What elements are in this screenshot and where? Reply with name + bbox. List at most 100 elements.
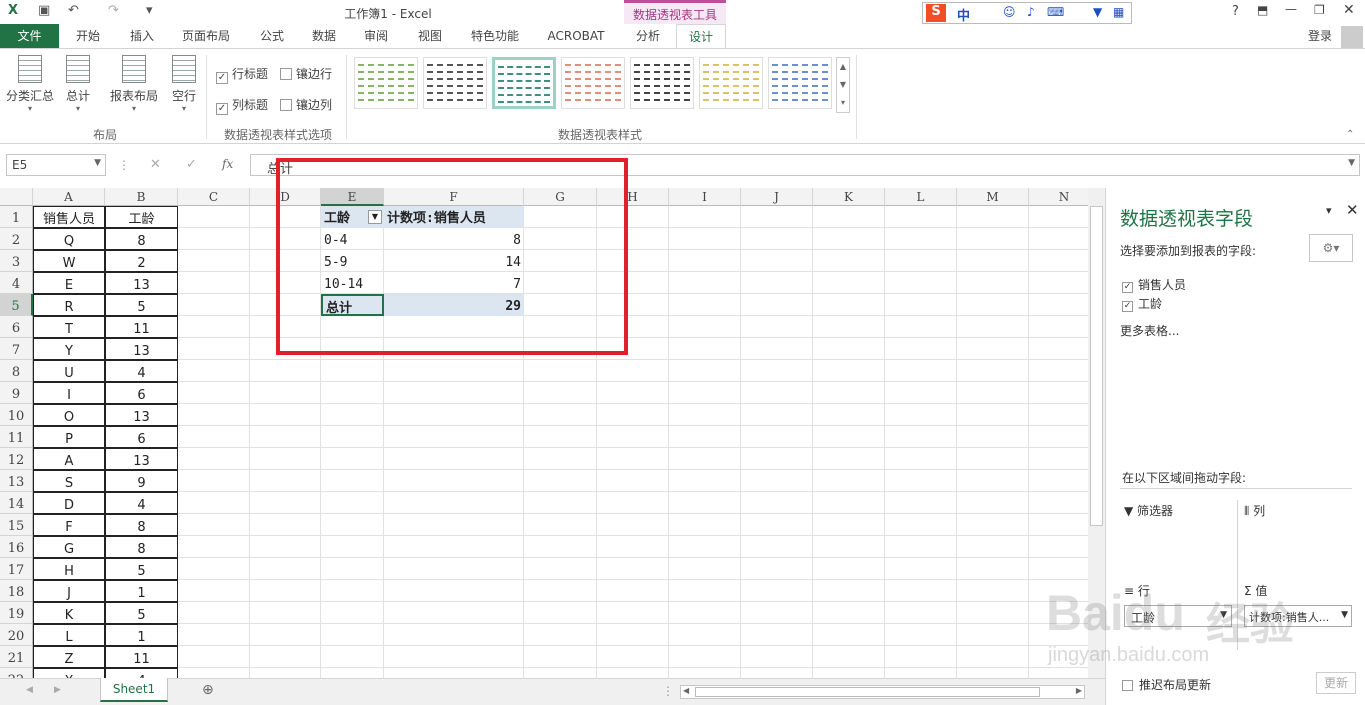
row-header[interactable]: 2 (0, 228, 33, 250)
table-cell[interactable]: K (33, 602, 105, 624)
table-cell[interactable]: Q (33, 228, 105, 250)
row-header[interactable]: 8 (0, 360, 33, 382)
close-icon[interactable]: ✕ (1343, 2, 1355, 18)
table-cell[interactable]: 13 (105, 338, 178, 360)
table-cell[interactable]: Z (33, 646, 105, 668)
tab-formulas[interactable]: 公式 (250, 24, 294, 49)
horizontal-scrollbar[interactable]: ◀ ▶ (680, 685, 1085, 699)
banded-rows-checkbox[interactable]: 镶边行 (280, 65, 332, 82)
sheet-tab[interactable]: Sheet1 (100, 678, 168, 702)
row-header[interactable]: 9 (0, 382, 33, 404)
table-cell[interactable]: 8 (105, 514, 178, 536)
table-cell[interactable]: E (33, 272, 105, 294)
row-header[interactable]: 18 (0, 580, 33, 602)
tab-acrobat[interactable]: ACROBAT (538, 24, 614, 49)
columns-area[interactable]: ⦀ 列 (1244, 502, 1265, 519)
prev-sheet-icon[interactable]: ◀ (26, 685, 33, 695)
tab-analyze[interactable]: 分析 (624, 24, 672, 49)
row-header[interactable]: 20 (0, 624, 33, 646)
update-button[interactable]: 更新 (1316, 672, 1356, 694)
table-cell[interactable]: 2 (105, 250, 178, 272)
ribbon-display-icon[interactable]: ⬒ (1257, 3, 1268, 17)
pivot-style-4[interactable] (561, 57, 625, 109)
ime-menu-icon[interactable]: ▦ (1113, 5, 1124, 19)
row-header[interactable]: 21 (0, 646, 33, 668)
hscroll-thumb[interactable] (695, 687, 1040, 697)
row-header[interactable]: 10 (0, 404, 33, 426)
confirm-formula-icon[interactable]: ✓ (186, 157, 197, 172)
table-cell[interactable]: 13 (105, 404, 178, 426)
ime-mode[interactable]: 中 (957, 5, 970, 24)
minimize-icon[interactable]: — (1285, 2, 1297, 16)
column-header[interactable]: J (741, 188, 813, 206)
row-header[interactable]: 5 (0, 294, 33, 316)
table-cell[interactable]: D (33, 492, 105, 514)
tab-data[interactable]: 数据 (302, 24, 346, 49)
vscroll-thumb[interactable] (1090, 206, 1103, 526)
table-cell[interactable]: 9 (105, 470, 178, 492)
ime-skin-icon[interactable]: ▼ (1093, 5, 1102, 19)
column-header[interactable]: B (105, 188, 178, 206)
insert-function-icon[interactable]: fx (222, 157, 233, 171)
tab-home[interactable]: 开始 (66, 24, 110, 49)
table-cell[interactable]: 6 (105, 426, 178, 448)
column-header[interactable]: I (669, 188, 741, 206)
gallery-scroll[interactable]: ▲ ▼ ▾ (836, 57, 850, 113)
field-sales-checkbox[interactable]: ✓ 销售人员 (1122, 276, 1186, 293)
login-link[interactable]: 登录 (1300, 24, 1340, 49)
column-header[interactable]: M (957, 188, 1029, 206)
table-header-cell[interactable]: 销售人员 (33, 206, 105, 228)
table-cell[interactable]: S (33, 470, 105, 492)
table-cell[interactable]: 4 (105, 492, 178, 514)
table-cell[interactable]: W (33, 250, 105, 272)
table-cell[interactable]: 8 (105, 536, 178, 558)
table-cell[interactable]: 6 (105, 382, 178, 404)
table-cell[interactable]: G (33, 536, 105, 558)
tab-page-layout[interactable]: 页面布局 (172, 24, 240, 49)
table-cell[interactable]: P (33, 426, 105, 448)
collapse-ribbon-icon[interactable]: ⌃ (1346, 129, 1354, 140)
table-cell[interactable]: 5 (105, 558, 178, 580)
pivot-style-2[interactable] (423, 57, 487, 109)
column-header[interactable]: K (813, 188, 885, 206)
pivot-style-5[interactable] (630, 57, 694, 109)
table-cell[interactable]: 5 (105, 602, 178, 624)
filters-area[interactable]: ▼ 筛选器 (1124, 502, 1173, 519)
table-cell[interactable]: 1 (105, 624, 178, 646)
cancel-formula-icon[interactable]: ✕ (150, 157, 161, 172)
pivot-style-3[interactable] (492, 57, 556, 109)
next-sheet-icon[interactable]: ▶ (54, 685, 61, 695)
ime-keyboard-icon[interactable]: ⌨ (1047, 5, 1064, 19)
table-cell[interactable]: T (33, 316, 105, 338)
table-cell[interactable]: J (33, 580, 105, 602)
field-tenure-checkbox[interactable]: ✓ 工龄 (1122, 295, 1162, 312)
table-cell[interactable]: U (33, 360, 105, 382)
more-tables-link[interactable]: 更多表格... (1120, 322, 1179, 339)
tab-insert[interactable]: 插入 (120, 24, 164, 49)
row-header[interactable]: 11 (0, 426, 33, 448)
column-header[interactable]: A (33, 188, 105, 206)
name-box[interactable]: E5 ▼ (6, 154, 106, 176)
blank-rows-button[interactable]: 空行 ▾ (160, 55, 208, 119)
subtotals-button[interactable]: 分类汇总 ▾ (6, 55, 54, 119)
table-cell[interactable]: 13 (105, 448, 178, 470)
ime-emoji-icon[interactable]: ☺ (1003, 5, 1016, 19)
help-icon[interactable]: ? (1232, 4, 1239, 19)
column-header[interactable]: N (1029, 188, 1088, 206)
add-sheet-icon[interactable]: ⊕ (202, 682, 214, 698)
pivot-style-6[interactable] (699, 57, 763, 109)
select-all-corner[interactable] (0, 188, 33, 206)
avatar[interactable] (1341, 26, 1363, 48)
table-cell[interactable]: X (33, 668, 105, 678)
table-cell[interactable]: 11 (105, 646, 178, 668)
col-headers-checkbox[interactable]: ✓ 列标题 (216, 96, 268, 115)
gear-icon[interactable]: ⚙▾ (1309, 234, 1353, 262)
table-cell[interactable]: F (33, 514, 105, 536)
row-header[interactable]: 14 (0, 492, 33, 514)
restore-icon[interactable]: ❐ (1314, 3, 1325, 17)
table-cell[interactable]: H (33, 558, 105, 580)
table-cell[interactable]: 4 (105, 668, 178, 678)
row-header[interactable]: 6 (0, 316, 33, 338)
table-cell[interactable]: L (33, 624, 105, 646)
tab-design[interactable]: 设计 (676, 24, 726, 49)
